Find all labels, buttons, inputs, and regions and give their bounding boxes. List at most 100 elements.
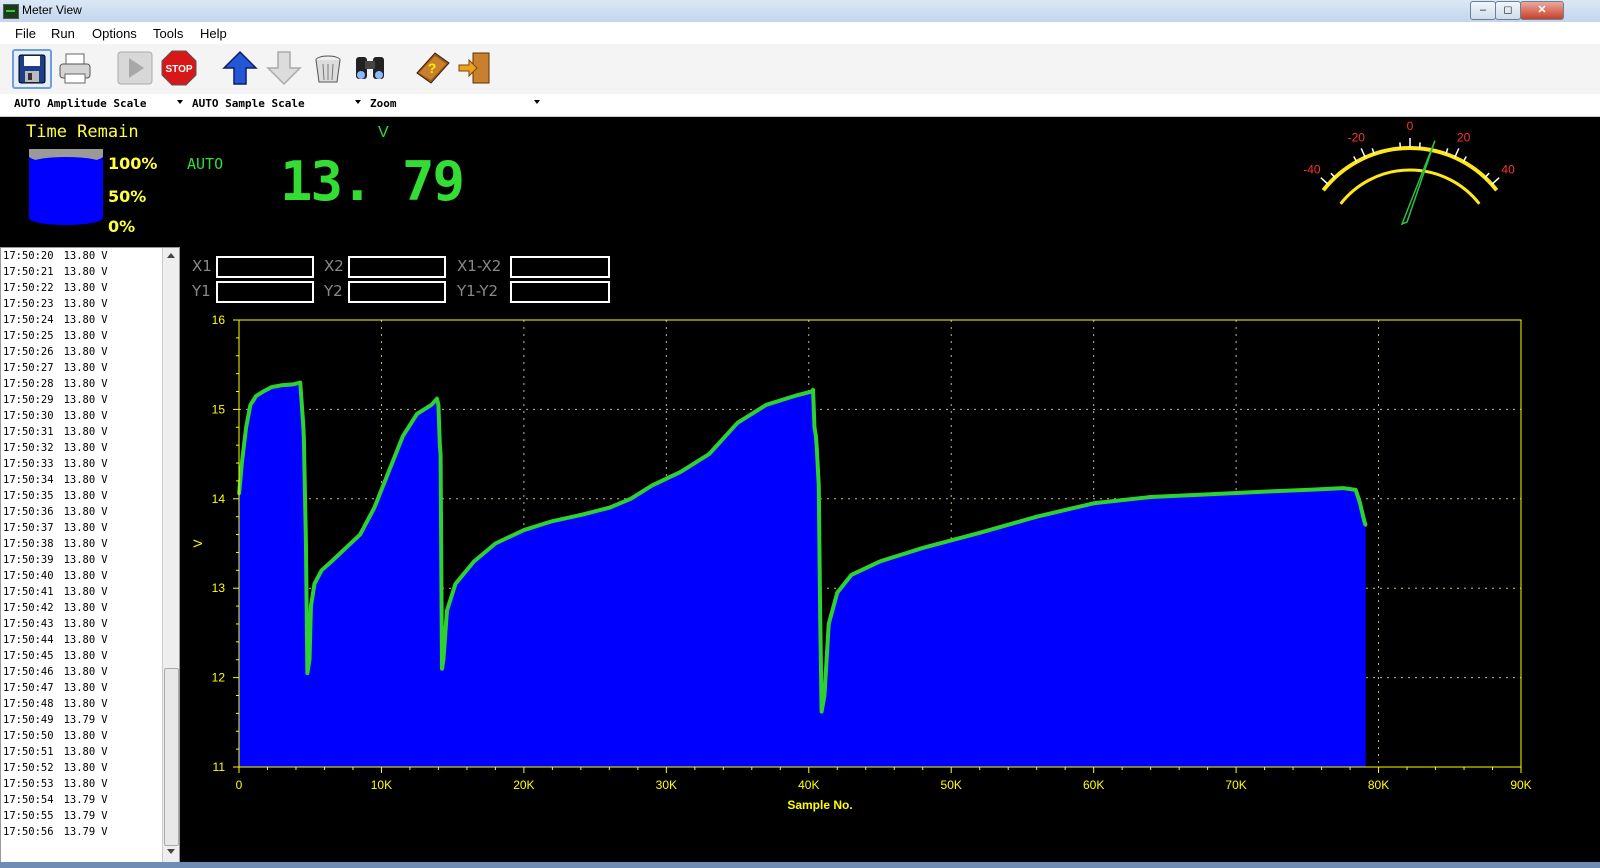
log-time: 17:50:51 [3,746,54,758]
log-row[interactable]: 17:50:38 13.80 V [3,538,108,554]
menu-options[interactable]: Options [92,26,137,41]
zoom-select[interactable]: Zoom [370,97,397,110]
log-time: 17:50:37 [3,522,54,534]
log-row[interactable]: 17:50:32 13.80 V [3,442,108,458]
clear-button[interactable] [309,49,347,87]
x-tick-label: 70K [1225,778,1246,792]
save-button[interactable] [12,49,52,89]
log-row[interactable]: 17:50:49 13.79 V [3,714,108,730]
log-row[interactable]: 17:50:46 13.80 V [3,666,108,682]
log-row[interactable]: 17:50:24 13.80 V [3,314,108,330]
log-row[interactable]: 17:50:31 13.80 V [3,426,108,442]
reading-log-list[interactable]: 17:50:20 13.80 V 17:50:21 13.80 V 17:50:22 13.8… [0,247,180,864]
log-unit: V [101,410,108,422]
log-value: 13.80 [63,538,96,550]
data-point [244,426,248,429]
menu-run[interactable]: Run [51,26,75,41]
gauge-tick-label: 0 [1407,119,1414,133]
log-row[interactable]: 17:50:44 13.80 V [3,634,108,650]
log-row[interactable]: 17:50:42 13.80 V [3,602,108,618]
log-row[interactable]: 17:50:54 13.79 V [3,794,108,810]
chevron-down-icon[interactable] [355,100,361,104]
restore-button[interactable]: ◻ [1495,1,1521,20]
data-point [302,435,306,438]
y-tick-label: 12 [212,671,226,685]
log-row[interactable]: 17:50:34 13.80 V [3,474,108,490]
log-row[interactable]: 17:50:27 13.80 V [3,362,108,378]
data-point [1035,515,1038,518]
stop-button[interactable]: STOP [160,49,198,87]
log-unit: V [101,426,108,438]
log-row[interactable]: 17:50:22 13.80 V [3,282,108,298]
log-scrollbar[interactable] [162,248,179,862]
close-button[interactable]: ✕ [1520,1,1564,20]
log-row[interactable]: 17:50:51 13.80 V [3,746,108,762]
log-row[interactable]: 17:50:30 13.80 V [3,410,108,426]
chevron-down-icon[interactable] [534,100,540,104]
log-unit: V [101,650,108,662]
scroll-down-icon[interactable] [167,849,175,854]
data-point [344,546,348,550]
log-row[interactable]: 17:50:26 13.80 V [3,346,108,362]
log-row[interactable]: 17:50:20 13.80 V [3,250,108,266]
help-button[interactable]: ? [413,49,451,87]
y1-field[interactable] [216,281,314,303]
log-row[interactable]: 17:50:55 13.79 V [3,810,108,826]
data-point [551,519,554,523]
log-row[interactable]: 17:50:43 13.80 V [3,618,108,634]
find-button[interactable] [351,49,389,87]
log-row[interactable]: 17:50:21 13.80 V [3,266,108,282]
x-tick-label: 50K [941,778,962,792]
log-value: 13.79 [63,826,96,838]
dy-field[interactable] [510,281,610,303]
menu-help[interactable]: Help [200,26,227,41]
log-row[interactable]: 17:50:56 13.79 V [3,826,108,842]
log-row[interactable]: 17:50:35 13.80 V [3,490,108,506]
log-row[interactable]: 17:50:45 13.80 V [3,650,108,666]
download-button[interactable] [265,49,303,87]
log-row[interactable]: 17:50:39 13.80 V [3,554,108,570]
log-row[interactable]: 17:50:50 13.80 V [3,730,108,746]
log-row[interactable]: 17:50:25 13.80 V [3,330,108,346]
voltage-chart[interactable]: 0 10K 20K 30K 40K 50K 60K 70K 80K 90K 11 12 13 14 15 16… [180,315,1580,835]
dx-field[interactable] [510,256,610,278]
log-row[interactable]: 17:50:41 13.80 V [3,586,108,602]
log-row[interactable]: 17:50:48 13.80 V [3,698,108,714]
y2-field[interactable] [348,281,446,303]
amplitude-scale-select[interactable]: AUTO Amplitude Scale [14,97,146,110]
log-row[interactable]: 17:50:33 13.80 V [3,458,108,474]
data-point [817,484,820,487]
menu-file[interactable]: File [15,26,36,41]
log-row[interactable]: 17:50:47 13.80 V [3,682,108,698]
dy-label: Y1-Y2 [457,282,499,300]
voltage-reading: 13. 79 [280,150,465,213]
scroll-up-icon[interactable] [167,253,175,258]
data-point [836,591,839,594]
app-icon [3,4,19,19]
y2-label: Y2 [324,282,343,300]
print-button[interactable] [56,49,94,87]
x1-field[interactable] [216,256,314,278]
log-scroll-thumb[interactable] [164,668,179,846]
x2-field[interactable] [348,256,446,278]
log-row[interactable]: 17:50:53 13.80 V [3,778,108,794]
exit-button[interactable] [455,49,493,87]
x-tick-label: 90K [1510,778,1531,792]
menu-tools[interactable]: Tools [153,26,183,41]
log-row[interactable]: 17:50:28 13.80 V [3,378,108,394]
data-point [299,381,302,384]
sample-scale-select[interactable]: AUTO Sample Scale [192,97,305,110]
play-button[interactable] [116,49,154,87]
log-time: 17:50:46 [3,666,54,678]
log-row[interactable]: 17:50:23 13.80 V [3,298,108,314]
log-row[interactable]: 17:50:37 13.80 V [3,522,108,538]
upload-button[interactable] [221,49,259,87]
log-time: 17:50:28 [3,378,54,390]
log-time: 17:50:50 [3,730,54,742]
log-row[interactable]: 17:50:52 13.80 V [3,762,108,778]
minimize-button[interactable]: – [1470,1,1496,20]
log-row[interactable]: 17:50:36 13.80 V [3,506,108,522]
log-row[interactable]: 17:50:40 13.80 V [3,570,108,586]
log-row[interactable]: 17:50:29 13.80 V [3,394,108,410]
chevron-down-icon[interactable] [177,100,183,104]
